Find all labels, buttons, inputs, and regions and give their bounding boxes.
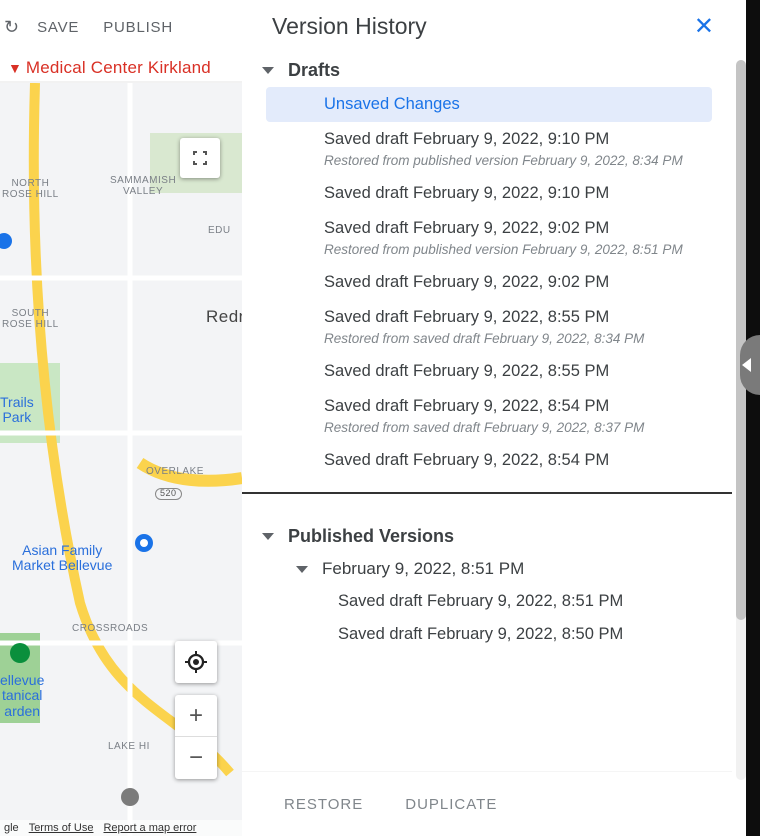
zoom-in-button[interactable]: + [175, 695, 217, 737]
published-sub-item[interactable]: Saved draft February 9, 2022, 8:50 PM [262, 618, 716, 651]
map-label-lake-hi: LAKE HI [108, 741, 150, 752]
restore-button[interactable]: RESTORE [284, 796, 363, 813]
window-edge [746, 0, 760, 836]
draft-item[interactable]: Saved draft February 9, 2022, 9:10 PMRes… [262, 122, 716, 176]
draft-item[interactable]: Saved draft February 9, 2022, 8:54 PMRes… [262, 389, 716, 443]
zoom-controls: + − [175, 695, 217, 779]
draft-item-note: Restored from published version February… [324, 242, 706, 257]
map-label-redmond: Redn [206, 308, 242, 327]
fullscreen-icon [191, 149, 209, 167]
draft-item-note: Restored from saved draft February 9, 20… [324, 420, 706, 435]
version-history-header: Version History ✕ [242, 0, 732, 51]
published-sub-item[interactable]: Saved draft February 9, 2022, 8:51 PM [262, 585, 716, 618]
expand-handle[interactable] [740, 335, 760, 395]
place-marker-icon: ▼ [8, 60, 22, 76]
chevron-down-icon [296, 566, 308, 573]
publish-button[interactable]: PUBLISH [103, 19, 173, 36]
map-label-north-rose-hill: NORTHROSE HILL [2, 178, 59, 200]
published-date-text: February 9, 2022, 8:51 PM [322, 559, 524, 579]
draft-item[interactable]: Saved draft February 9, 2022, 8:55 PMRes… [262, 300, 716, 354]
drafts-label: Drafts [288, 60, 340, 81]
place-title-row: ▼ Medical Center Kirkland [0, 55, 242, 83]
map-route-520-badge: 520 [155, 488, 182, 500]
version-history-panel: Version History ✕ Drafts Unsaved Changes… [242, 0, 732, 836]
version-history-title: Version History [272, 13, 427, 40]
map-label-trails-park: TrailsPark [0, 395, 34, 426]
map[interactable]: NORTHROSE HILL SAMMAMISHVALLEY EDU Redn … [0, 83, 242, 836]
drafts-list: Unsaved ChangesSaved draft February 9, 2… [262, 87, 716, 478]
map-label-south-rose-hill: SOUTHROSE HILL [2, 308, 59, 330]
duplicate-button[interactable]: DUPLICATE [405, 796, 497, 813]
zoom-out-button[interactable]: − [175, 737, 217, 779]
draft-item[interactable]: Saved draft February 9, 2022, 9:02 PM [262, 265, 716, 300]
published-list: Saved draft February 9, 2022, 8:51 PMSav… [262, 585, 716, 651]
chevron-down-icon [262, 67, 274, 74]
published-date-header[interactable]: February 9, 2022, 8:51 PM [262, 553, 716, 585]
report-error-link[interactable]: Report a map error [103, 822, 196, 834]
draft-item[interactable]: Saved draft February 9, 2022, 9:02 PMRes… [262, 211, 716, 265]
map-label-sammamish-valley: SAMMAMISHVALLEY [110, 175, 176, 197]
scrollbar-track[interactable] [736, 60, 746, 780]
map-label-asian-family-market: Asian FamilyMarket Bellevue [12, 543, 112, 574]
my-location-button[interactable] [175, 641, 217, 683]
map-footer: gle Terms of Use Report a map error [0, 820, 242, 836]
place-title: Medical Center Kirkland [26, 58, 211, 78]
save-button[interactable]: SAVE [37, 19, 79, 36]
chevron-down-icon [262, 533, 274, 540]
draft-item[interactable]: Saved draft February 9, 2022, 8:54 PM [262, 443, 716, 478]
section-divider [242, 492, 732, 494]
published-label: Published Versions [288, 526, 454, 547]
draft-item-note: Restored from published version February… [324, 153, 706, 168]
draft-item-note: Restored from saved draft February 9, 20… [324, 331, 706, 346]
draft-item[interactable]: Unsaved Changes [266, 87, 712, 122]
draft-item[interactable]: Saved draft February 9, 2022, 9:10 PM [262, 176, 716, 211]
google-attribution: gle [4, 822, 19, 834]
version-history-body: Drafts Unsaved ChangesSaved draft Februa… [242, 52, 732, 772]
drafts-header[interactable]: Drafts [262, 52, 716, 87]
map-label-edu: EDU [208, 225, 231, 236]
chevron-left-icon [742, 358, 751, 372]
map-label-crossroads: CROSSROADS [72, 623, 148, 634]
published-group: Published Versions February 9, 2022, 8:5… [242, 518, 732, 651]
redo-icon[interactable]: ↻ [4, 17, 19, 38]
target-icon [185, 651, 207, 673]
toolbar: ↻ SAVE PUBLISH [0, 0, 242, 55]
published-header[interactable]: Published Versions [262, 518, 716, 553]
fullscreen-button[interactable] [180, 138, 220, 178]
close-button[interactable]: ✕ [694, 12, 714, 41]
map-label-overlake: OVERLAKE [146, 466, 204, 477]
map-label-bellevue-botanical-garden: ellevuetanicalarden [0, 673, 44, 719]
terms-link[interactable]: Terms of Use [29, 822, 94, 834]
drafts-group: Drafts Unsaved ChangesSaved draft Februa… [242, 52, 732, 478]
draft-item[interactable]: Saved draft February 9, 2022, 8:55 PM [262, 354, 716, 389]
version-history-footer: RESTORE DUPLICATE [242, 772, 732, 836]
